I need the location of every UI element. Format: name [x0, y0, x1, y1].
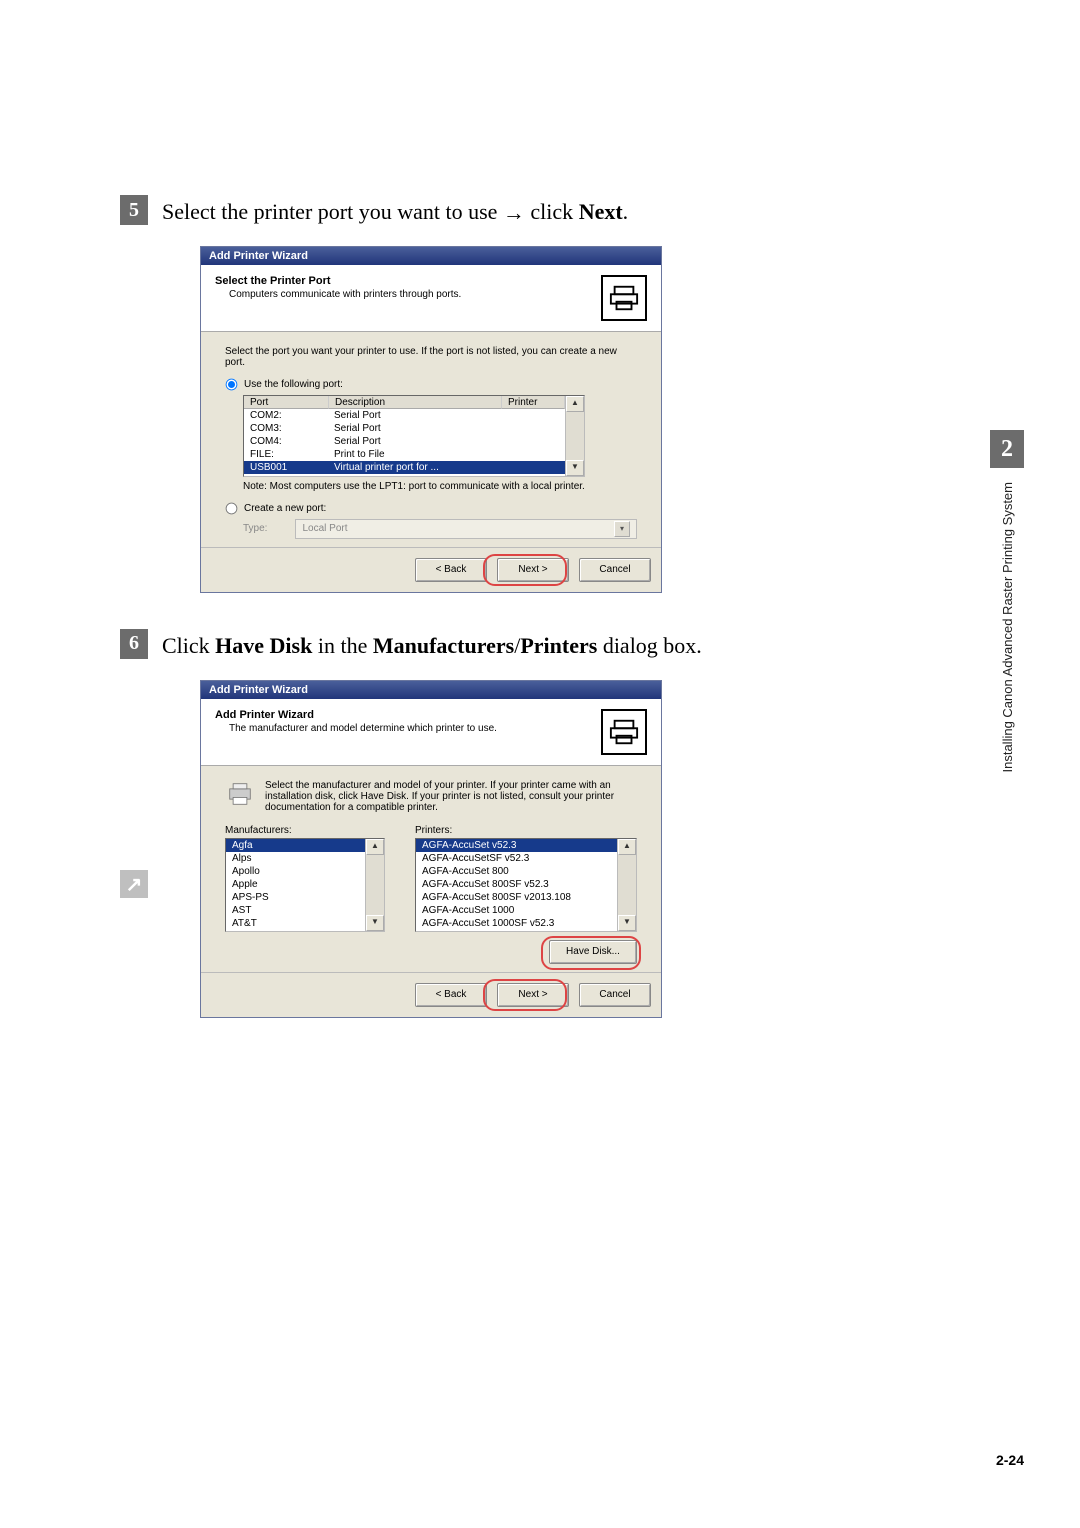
dialog1-button-bar: < Back Next > Cancel: [201, 547, 661, 592]
step-6-text: Click Have Disk in the Manufacturers/Pri…: [162, 629, 702, 662]
step5-arrow: →: [503, 198, 525, 229]
radio-new-input[interactable]: [226, 502, 238, 514]
list-item[interactable]: Agfa: [226, 839, 365, 852]
port-row[interactable]: COM2:Serial Port: [244, 409, 565, 422]
port-list-scrollbar[interactable]: ▲ ▼: [565, 396, 584, 476]
scroll-down-icon[interactable]: ▼: [618, 915, 636, 931]
printer-info-icon: [225, 780, 255, 808]
dialog1-header-title: Select the Printer Port: [215, 275, 461, 287]
list-item[interactable]: Apple: [226, 878, 365, 891]
radio-use-label: Use the following port:: [244, 379, 343, 390]
dialog2-intro: Select the manufacturer and model of you…: [265, 780, 637, 813]
list-item[interactable]: AGFA-AccuSet v52.3: [416, 839, 617, 852]
sidebar-title: Installing Canon Advanced Raster Printin…: [1000, 482, 1015, 773]
s6-b3: Printers: [520, 633, 597, 658]
list-item[interactable]: AT&T: [226, 917, 365, 930]
dialog2-titlebar: Add Printer Wizard: [201, 681, 661, 699]
type-label: Type:: [243, 523, 267, 534]
s6-pre: Click: [162, 633, 215, 658]
port-list[interactable]: Port Description Printer COM2:Serial Por…: [243, 395, 585, 477]
step-badge-6: 6: [120, 629, 148, 659]
s6-tail: dialog box.: [597, 633, 702, 658]
port-row[interactable]: COM4:Serial Port: [244, 435, 565, 448]
step-5-text: Select the printer port you want to use …: [162, 195, 628, 228]
radio-use-following-port[interactable]: Use the following port:: [225, 378, 637, 391]
s6-mid: in the: [312, 633, 373, 658]
dialog1-header: Select the Printer Port Computers commun…: [201, 265, 661, 332]
scroll-down-icon[interactable]: ▼: [566, 460, 584, 476]
back-button[interactable]: < Back: [415, 983, 487, 1007]
dialog2-header: Add Printer Wizard The manufacturer and …: [201, 699, 661, 766]
have-disk-button[interactable]: Have Disk...: [549, 940, 637, 964]
printers-list[interactable]: AGFA-AccuSet v52.3AGFA-AccuSetSF v52.3AG…: [415, 838, 637, 932]
next-button[interactable]: Next >: [497, 558, 569, 582]
step5-tail: .: [623, 199, 629, 224]
dialog2-header-title: Add Printer Wizard: [215, 709, 497, 721]
s6-b2: Manufacturers: [373, 633, 514, 658]
list-item[interactable]: Alps: [226, 852, 365, 865]
scroll-up-icon[interactable]: ▲: [618, 839, 636, 855]
step-6: 6 Click Have Disk in the Manufacturers/P…: [120, 629, 890, 662]
next-button[interactable]: Next >: [497, 983, 569, 1007]
dialog1-titlebar: Add Printer Wizard: [201, 247, 661, 265]
dialog1-intro: Select the port you want your printer to…: [225, 346, 637, 368]
port-header-desc[interactable]: Description: [329, 396, 502, 409]
step5-pre: Select the printer port you want to use: [162, 199, 503, 224]
list-item[interactable]: APS-PS: [226, 891, 365, 904]
mfr-scrollbar[interactable]: ▲ ▼: [365, 839, 384, 931]
dialog-add-printer-wizard: Add Printer Wizard Add Printer Wizard Th…: [200, 680, 662, 1018]
radio-new-label: Create a new port:: [244, 503, 326, 514]
dialog1-header-sub: Computers communicate with printers thro…: [215, 287, 461, 300]
s6-b1: Have Disk: [215, 633, 312, 658]
printer-icon: [601, 709, 647, 755]
cancel-button[interactable]: Cancel: [579, 558, 651, 582]
back-button[interactable]: < Back: [415, 558, 487, 582]
dialog2-button-bar: < Back Next > Cancel: [201, 972, 661, 1017]
list-item[interactable]: AGFA-AccuSet 1000: [416, 904, 617, 917]
prt-scrollbar[interactable]: ▲ ▼: [617, 839, 636, 931]
port-type-value: Local Port: [302, 523, 347, 534]
scroll-down-icon[interactable]: ▼: [366, 915, 384, 931]
chapter-badge: 2: [990, 430, 1024, 468]
dialog2-header-sub: The manufacturer and model determine whi…: [215, 721, 497, 734]
cancel-button[interactable]: Cancel: [579, 983, 651, 1007]
printers-label: Printers:: [415, 825, 637, 836]
list-item[interactable]: AGFA-AccuSet 1000SF v52.3: [416, 917, 617, 930]
port-type-select: Local Port ▾: [295, 519, 637, 539]
list-item[interactable]: AST: [226, 904, 365, 917]
step5-bold: Next: [579, 199, 623, 224]
dialog1-note: Note: Most computers use the LPT1: port …: [243, 481, 637, 492]
port-header-printer[interactable]: Printer: [502, 396, 565, 409]
list-item[interactable]: AGFA-AccuSetSF v52.3: [416, 852, 617, 865]
printer-icon: [601, 275, 647, 321]
list-item[interactable]: AGFA-AccuSet 800SF v2013.108: [416, 891, 617, 904]
port-row[interactable]: USB001Virtual printer port for ...: [244, 461, 565, 474]
list-item[interactable]: AGFA-AccuSet 800SF v52.3: [416, 878, 617, 891]
radio-use-input[interactable]: [226, 378, 238, 390]
port-row[interactable]: FILE:Print to File: [244, 448, 565, 461]
step-badge-5: 5: [120, 195, 148, 225]
manufacturers-label: Manufacturers:: [225, 825, 385, 836]
dialog-select-printer-port: Add Printer Wizard Select the Printer Po…: [200, 246, 662, 593]
step5-post: click: [525, 199, 579, 224]
page-number: 2-24: [996, 1452, 1024, 1468]
link-arrow-icon: ↗: [120, 870, 148, 898]
port-header-port[interactable]: Port: [244, 396, 329, 409]
step-5: 5 Select the printer port you want to us…: [120, 195, 890, 228]
scroll-up-icon[interactable]: ▲: [366, 839, 384, 855]
sidebar: 2 Installing Canon Advanced Raster Print…: [990, 430, 1024, 773]
list-item[interactable]: Apollo: [226, 865, 365, 878]
chevron-down-icon: ▾: [614, 521, 630, 537]
radio-create-new-port[interactable]: Create a new port:: [225, 502, 637, 515]
manufacturers-list[interactable]: AgfaAlpsApolloAppleAPS-PSASTAT&T ▲ ▼: [225, 838, 385, 932]
port-row[interactable]: COM3:Serial Port: [244, 422, 565, 435]
list-item[interactable]: AGFA-AccuSet 800: [416, 865, 617, 878]
scroll-up-icon[interactable]: ▲: [566, 396, 584, 412]
